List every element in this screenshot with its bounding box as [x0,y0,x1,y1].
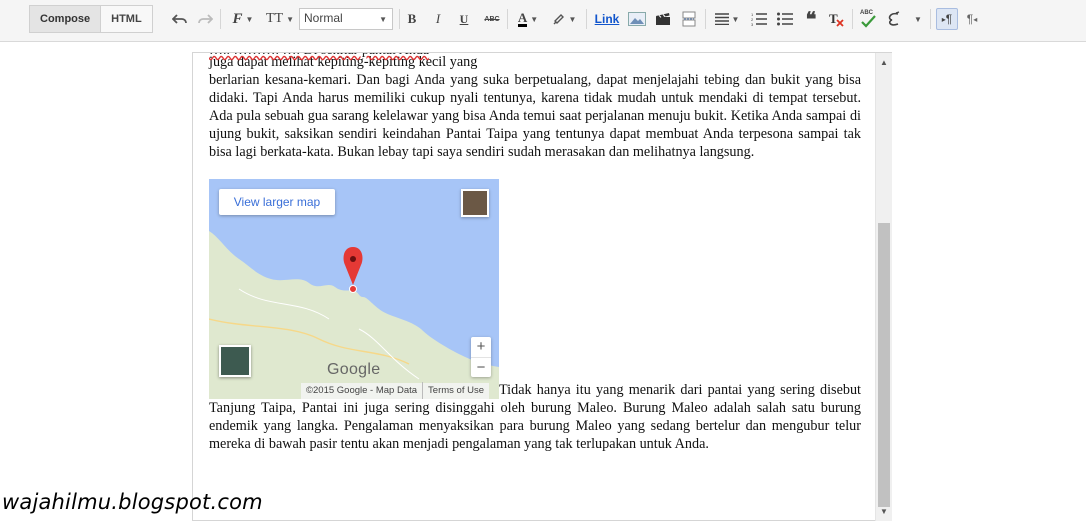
map-data-attribution: ©2015 Google - Map Data [306,385,418,396]
chevron-down-icon: ▼ [914,14,922,24]
scrollbar-thumb[interactable] [878,223,890,507]
insert-image-icon[interactable] [627,8,647,30]
map-zoom-control: + − [471,337,491,377]
quote-button[interactable]: ❝ [801,8,821,31]
scroll-down-icon[interactable]: ▼ [876,505,892,519]
chevron-down-icon: ▼ [245,14,254,24]
chevron-down-icon: ▼ [379,15,387,24]
highlight-color-button[interactable]: ▼ [549,8,579,30]
font-size-button[interactable]: TT ▼ [264,8,296,30]
zoom-out-button[interactable]: − [471,357,491,377]
toolbar-separator [852,9,853,29]
paragraph: berlarian kesana-kemari. Dan bagi Anda y… [209,72,861,160]
mode-switch: Compose HTML [29,5,153,33]
editor-toolbar: Compose HTML F ▼ TT ▼ Normal ▼ B I U ABC A… [0,0,1086,42]
underline-button[interactable]: U [455,8,473,30]
spellcheck-button[interactable]: ABC [858,8,878,30]
satellite-toggle-thumbnail[interactable] [219,345,251,377]
post-editor[interactable]: ….. ………. …. Di sekitar pantai Anda juga … [192,52,892,521]
watermark: wajahilmu.blogspot.com [2,490,263,514]
ltr-direction-button[interactable]: ▸ ¶ [936,8,958,30]
compose-mode-button[interactable]: Compose [29,5,102,33]
embedded-map[interactable]: View larger map + − Google ©2015 Google … [209,179,499,399]
font-icon: F [232,10,243,27]
html-mode-button[interactable]: HTML [101,5,153,33]
street-view-thumbnail[interactable] [461,189,489,217]
toolbar-separator [930,9,931,29]
text-size-icon: TT [265,11,284,26]
editor-scrollbar[interactable]: ▲ ▼ [875,53,892,521]
map-paragraph: View larger map + − Google ©2015 Google … [209,179,861,453]
undo-icon[interactable] [170,8,190,30]
google-logo: Google [327,361,381,378]
map-attribution: ©2015 Google - Map Data Terms of Use [301,382,490,399]
remove-formatting-icon[interactable]: T [826,8,846,30]
clipped-text-line: ….. ………. …. Di sekitar pantai Anda [209,53,429,60]
font-family-button[interactable]: F ▼ [228,8,258,30]
strikethrough-button[interactable]: ABC [481,8,503,30]
svg-text:T: T [829,11,838,26]
alignment-button[interactable]: ▼ [711,8,743,30]
toolbar-separator [705,9,706,29]
check-icon [861,15,876,28]
insert-jump-break-icon[interactable] [679,8,699,30]
terms-of-use-link[interactable]: Terms of Use [422,382,489,399]
svg-text:3: 3 [751,22,754,26]
rtl-direction-button[interactable]: ¶ ◂ [962,8,982,30]
chevron-down-icon: ▼ [286,14,295,24]
chevron-down-icon: ▼ [530,14,539,24]
input-tools-icon [888,11,900,26]
bulleted-list-icon[interactable] [775,8,795,30]
italic-button[interactable]: I [429,8,447,30]
scroll-up-icon[interactable]: ▲ [876,55,892,71]
editor-content[interactable]: ….. ………. …. Di sekitar pantai Anda juga … [209,53,861,453]
toolbar-separator [399,9,400,29]
highlighter-icon [553,14,564,25]
chevron-down-icon: ▼ [568,14,577,24]
align-justify-icon [714,13,729,25]
text-color-button[interactable]: A ▼ [513,8,543,30]
bold-button[interactable]: B [403,8,421,30]
toolbar-separator [220,9,221,29]
text-color-icon: A [517,10,528,27]
arrow-left-icon: ◂ [973,14,978,24]
view-larger-map-button[interactable]: View larger map [219,189,335,215]
ltr-direction-glyph: ¶ [945,12,953,26]
toolbar-separator [586,9,587,29]
insert-video-icon[interactable] [653,8,673,30]
toolbar-separator [507,9,508,29]
chevron-down-icon: ▼ [731,14,740,24]
format-select-value: Normal [304,11,343,25]
redo-icon[interactable] [195,8,215,30]
numbered-list-icon[interactable]: 123 [749,8,769,30]
input-tools-button[interactable]: ▼ [884,8,924,30]
zoom-in-button[interactable]: + [471,337,491,357]
format-select[interactable]: Normal ▼ [299,8,393,30]
insert-link-button[interactable]: Link [594,8,620,30]
